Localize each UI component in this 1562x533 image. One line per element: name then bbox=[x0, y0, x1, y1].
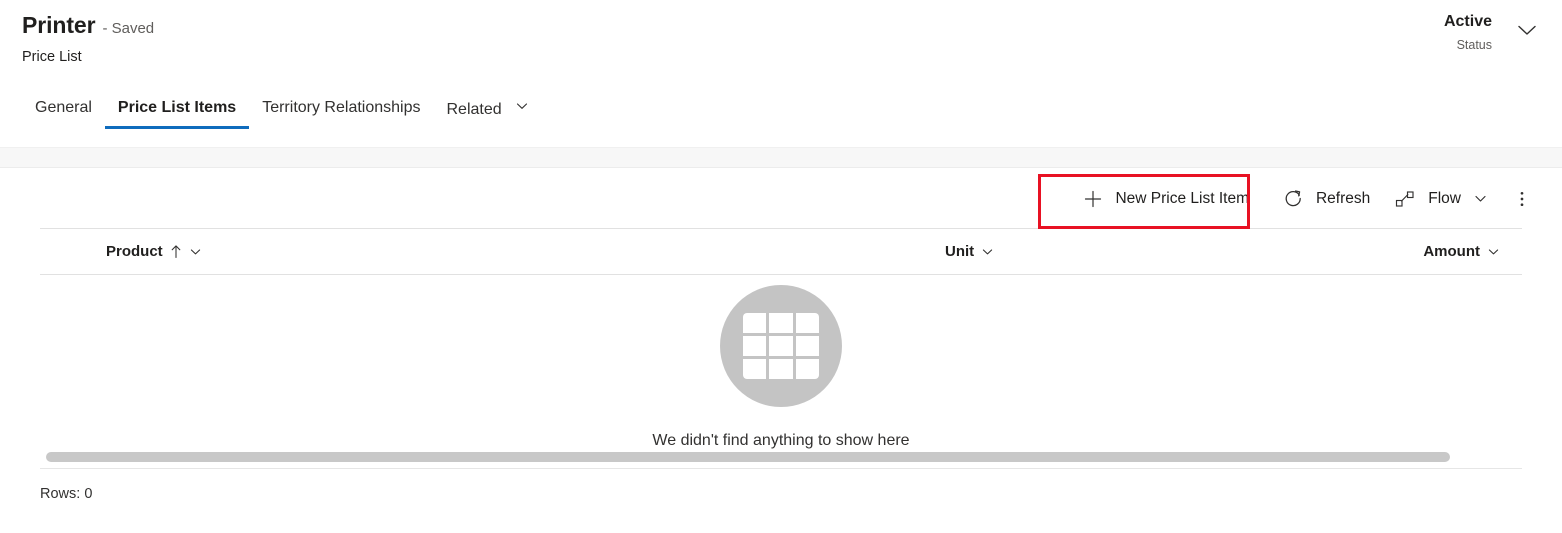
plus-icon bbox=[1083, 189, 1103, 209]
chevron-down-icon[interactable] bbox=[981, 245, 994, 258]
grid-empty-state: We didn't find anything to show here bbox=[0, 285, 1562, 450]
new-price-list-item-label: New Price List Item bbox=[1115, 189, 1249, 207]
grid-bottom-divider bbox=[40, 468, 1522, 469]
column-header-product[interactable]: Product bbox=[106, 243, 202, 260]
record-header-left: Printer - Saved Price List bbox=[22, 14, 154, 66]
grid-column-headers: Product Unit Amount bbox=[0, 233, 1562, 275]
horizontal-scrollbar-thumb[interactable] bbox=[46, 452, 1450, 462]
empty-state-message: We didn't find anything to show here bbox=[652, 432, 910, 449]
refresh-label: Refresh bbox=[1315, 189, 1371, 207]
page-title: Printer bbox=[22, 12, 96, 38]
status-field[interactable]: Active Status bbox=[1444, 14, 1492, 52]
chevron-down-icon[interactable] bbox=[189, 245, 202, 258]
horizontal-scrollbar[interactable] bbox=[40, 452, 1522, 462]
tab-related[interactable]: Related bbox=[433, 88, 542, 138]
arrow-up-icon bbox=[170, 244, 182, 259]
more-commands-button[interactable] bbox=[1500, 179, 1544, 219]
tab-label: Territory Relationships bbox=[262, 99, 421, 116]
column-header-amount[interactable]: Amount bbox=[1423, 243, 1500, 260]
tab-label: General bbox=[35, 99, 92, 116]
status-label: Status bbox=[1456, 38, 1492, 52]
chevron-down-icon[interactable] bbox=[1514, 17, 1540, 43]
flow-icon bbox=[1394, 189, 1416, 209]
tab-strip: General Price List Items Territory Relat… bbox=[0, 88, 1562, 147]
table-grid-glyph bbox=[743, 313, 819, 379]
record-entity-label: Price List bbox=[22, 49, 82, 65]
record-title-row: Printer - Saved bbox=[22, 14, 154, 37]
record-header: Printer - Saved Price List Active Status bbox=[0, 0, 1562, 88]
command-bar-divider bbox=[40, 228, 1522, 229]
refresh-icon bbox=[1283, 188, 1304, 209]
refresh-button[interactable]: Refresh bbox=[1271, 179, 1382, 219]
flow-label: Flow bbox=[1428, 189, 1461, 207]
table-grid-icon bbox=[720, 285, 842, 407]
tab-label: Related bbox=[446, 101, 502, 118]
record-header-right: Active Status bbox=[1444, 14, 1540, 52]
grid-row-count: Rows: 0 bbox=[40, 486, 93, 502]
status-value: Active bbox=[1443, 13, 1492, 30]
flow-button[interactable]: Flow bbox=[1382, 179, 1500, 219]
column-header-label: Product bbox=[106, 243, 163, 260]
section-divider-band bbox=[0, 147, 1562, 168]
column-header-unit[interactable]: Unit bbox=[945, 243, 994, 260]
chevron-down-icon[interactable] bbox=[1487, 245, 1500, 258]
column-header-label: Unit bbox=[945, 243, 975, 260]
tab-territory-relationships[interactable]: Territory Relationships bbox=[249, 88, 433, 138]
tab-label: Price List Items bbox=[117, 99, 237, 116]
save-state-label: - Saved bbox=[102, 20, 155, 37]
new-price-list-item-button[interactable]: New Price List Item bbox=[1071, 179, 1261, 219]
grid-header-inner: Product Unit Amount bbox=[40, 233, 1522, 275]
column-header-label: Amount bbox=[1423, 243, 1480, 260]
more-vertical-icon bbox=[1512, 189, 1532, 209]
command-bar: New Price List Item Refresh Flow bbox=[0, 169, 1562, 228]
tab-price-list-items[interactable]: Price List Items bbox=[104, 88, 250, 138]
chevron-down-icon bbox=[1473, 191, 1488, 206]
chevron-down-icon bbox=[515, 99, 529, 113]
tab-general[interactable]: General bbox=[22, 88, 105, 138]
